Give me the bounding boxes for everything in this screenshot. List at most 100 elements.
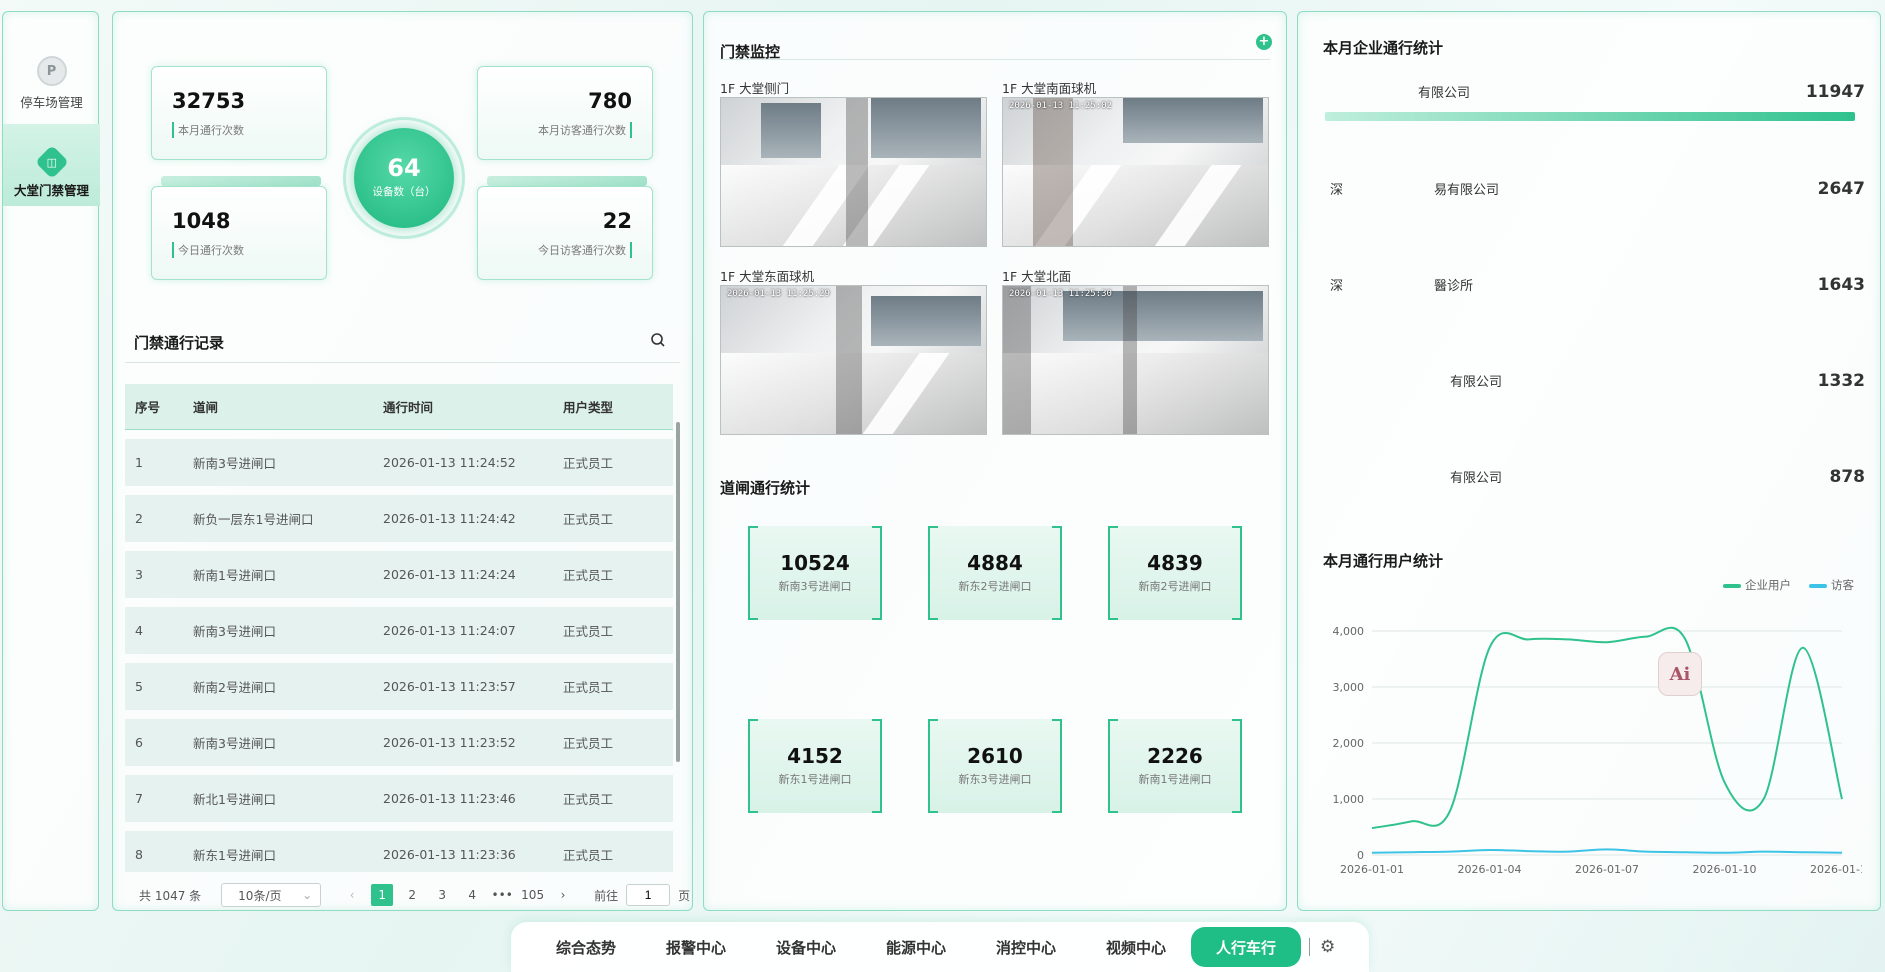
feed-pillar [846, 98, 868, 246]
table-row[interactable]: 8 新东1号进闸口 2026-01-13 11:23:36 正式员工 [125, 831, 673, 872]
table-cell: 6 [125, 719, 183, 766]
page-size-select[interactable]: 10条/页 ⌄ [221, 883, 322, 907]
feed-window [1123, 98, 1263, 143]
table-row[interactable]: 4 新南3号进闸口 2026-01-13 11:24:07 正式员工 [125, 607, 673, 654]
user-chart-title: 本月通行用户统计 [1323, 552, 1444, 570]
camera-timestamp: 2026-01-13 11:25:30 [1009, 289, 1112, 299]
camera-south-dome: 1F 大堂南面球机 2026-01-13 11:25:02 [1002, 78, 1269, 247]
gate-value: 2610 [967, 744, 1023, 768]
gate-stat-card: 4884 新东2号进闸口 [928, 526, 1062, 620]
table-cell: 8 [125, 831, 183, 872]
dock-item-device[interactable]: 设备中心 [751, 927, 861, 967]
feed-window [871, 296, 981, 346]
search-icon[interactable] [650, 332, 666, 352]
camera-label: 1F 大堂东面球机 [720, 269, 815, 284]
x-tick-label: 2026-01-07 [1575, 863, 1639, 876]
enterprise-name: 深 易有限公司 [1330, 183, 1500, 198]
page-4[interactable]: 4 [461, 884, 483, 906]
page-last[interactable]: 105 [521, 884, 544, 906]
page-suffix: 页 [678, 888, 691, 903]
gate-stat-card: 10524 新南3号进闸口 [748, 526, 882, 620]
side-nav: P 停车场管理 ◫ 大堂门禁管理 [2, 11, 100, 911]
ai-badge[interactable]: Ai [1658, 652, 1702, 696]
table-cell: 新南3号进闸口 [183, 719, 373, 766]
divider [125, 362, 680, 363]
enterprise-value: 11947 [1805, 82, 1865, 102]
gate-value: 4884 [967, 551, 1023, 575]
column-header: 通行时间 [373, 384, 553, 430]
x-tick-label: 2026-01-10 [1693, 863, 1757, 876]
nav-item-lobby-access[interactable]: ◫ 大堂门禁管理 [3, 124, 100, 206]
camera-feed[interactable]: 2026-01-13 11:25:29 [720, 285, 987, 435]
camera-east-dome: 1F 大堂东面球机 2026-01-13 11:25:29 [720, 266, 987, 435]
table-cell: 正式员工 [553, 663, 673, 710]
enterprise-name: 有限公司 [1418, 86, 1471, 101]
table-row[interactable]: 1 新南3号进闸口 2026-01-13 11:24:52 正式员工 [125, 439, 673, 486]
gate-stats-title: 道闸通行统计 [720, 479, 811, 497]
dock-item-traffic[interactable]: 人行车行 [1191, 927, 1301, 967]
table-cell: 新南1号进闸口 [183, 551, 373, 598]
add-icon[interactable]: + [1256, 34, 1272, 50]
dock-item-energy[interactable]: 能源中心 [861, 927, 971, 967]
feed-pillar [836, 286, 862, 434]
camera-feed[interactable]: 2026-01-13 11:25:30 [1002, 285, 1269, 435]
goto-page-input[interactable] [626, 884, 671, 906]
legend-label: 企业用户 [1745, 578, 1791, 592]
column-header: 序号 [125, 384, 183, 430]
legend-item[interactable]: 企业用户 [1723, 577, 1791, 593]
enterprise-row: 深 易有限公司 2647 [1325, 179, 1865, 219]
table-cell: 2026-01-13 11:23:46 [373, 775, 553, 822]
enterprise-name: 深 醫诊所 [1330, 279, 1474, 294]
gate-label: 新东2号进闸口 [958, 580, 1032, 593]
table-row[interactable]: 2 新负一层东1号进闸口 2026-01-13 11:24:42 正式员工 [125, 495, 673, 542]
table-row[interactable]: 3 新南1号进闸口 2026-01-13 11:24:24 正式员工 [125, 551, 673, 598]
goto-label: 前往 [594, 888, 619, 903]
x-tick-label: 2026-01-04 [1458, 863, 1522, 876]
dock-item-alarm[interactable]: 报警中心 [641, 927, 751, 967]
chevron-down-icon: ⌄ [302, 888, 313, 902]
records-table: 序号 道闸 通行时间 用户类型 1 新南3号进闸口 2026-01-13 11:24… [125, 375, 673, 872]
next-page-icon[interactable]: › [552, 884, 574, 906]
dock-divider [1309, 938, 1310, 956]
more-pages[interactable]: ••• [491, 884, 513, 906]
gate-stat-card: 4839 新南2号进闸口 [1108, 526, 1242, 620]
records-clip: 门禁通行记录 序号 道闸 通行时间 用户类型 1 新南3号进闸口 2026-01-1… [113, 12, 694, 872]
y-tick-label: 1,000 [1333, 793, 1365, 806]
dock-item-overview[interactable]: 综合态势 [531, 927, 641, 967]
table-cell: 正式员工 [553, 495, 673, 542]
table-cell: 新南3号进闸口 [183, 607, 373, 654]
legend-swatch [1809, 583, 1827, 588]
prev-page-icon[interactable]: ‹ [341, 884, 363, 906]
table-row[interactable]: 7 新北1号进闸口 2026-01-13 11:23:46 正式员工 [125, 775, 673, 822]
nav-item-parking[interactable]: P 停车场管理 [3, 32, 100, 114]
table-cell: 2026-01-13 11:24:42 [373, 495, 553, 542]
feed-pillar [1123, 286, 1137, 434]
legend-item[interactable]: 访客 [1809, 577, 1854, 593]
enterprise-row: 有限公司 1332 [1325, 371, 1865, 411]
table-cell: 7 [125, 775, 183, 822]
page-3[interactable]: 3 [431, 884, 453, 906]
table-row[interactable]: 6 新南3号进闸口 2026-01-13 11:23:52 正式员工 [125, 719, 673, 766]
camera-feed[interactable]: 2026-01-13 11:25:02 [1002, 97, 1269, 247]
table-cell: 正式员工 [553, 775, 673, 822]
table-cell: 1 [125, 439, 183, 486]
table-cell: 5 [125, 663, 183, 710]
gate-stat-card: 2226 新南1号进闸口 [1108, 719, 1242, 813]
page-1[interactable]: 1 [371, 884, 394, 906]
enterprise-value: 1332 [1817, 371, 1865, 391]
dock-item-fire[interactable]: 消控中心 [971, 927, 1081, 967]
camera-feed[interactable] [720, 97, 987, 247]
gate-label: 新东3号进闸口 [958, 773, 1032, 786]
page-2[interactable]: 2 [401, 884, 423, 906]
table-row[interactable]: 5 新南2号进闸口 2026-01-13 11:23:57 正式员工 [125, 663, 673, 710]
table-scrollbar[interactable] [676, 422, 680, 762]
table-cell: 新负一层东1号进闸口 [183, 495, 373, 542]
gear-icon[interactable]: ⚙ [1320, 937, 1335, 957]
y-tick-label: 2,000 [1333, 737, 1365, 750]
table-cell: 新北1号进闸口 [183, 775, 373, 822]
table-cell: 2026-01-13 11:23:36 [373, 831, 553, 872]
dock-item-video[interactable]: 视频中心 [1081, 927, 1191, 967]
gate-value: 4839 [1147, 551, 1203, 575]
gate-stat-card: 2610 新东3号进闸口 [928, 719, 1062, 813]
column-header: 用户类型 [553, 384, 673, 430]
